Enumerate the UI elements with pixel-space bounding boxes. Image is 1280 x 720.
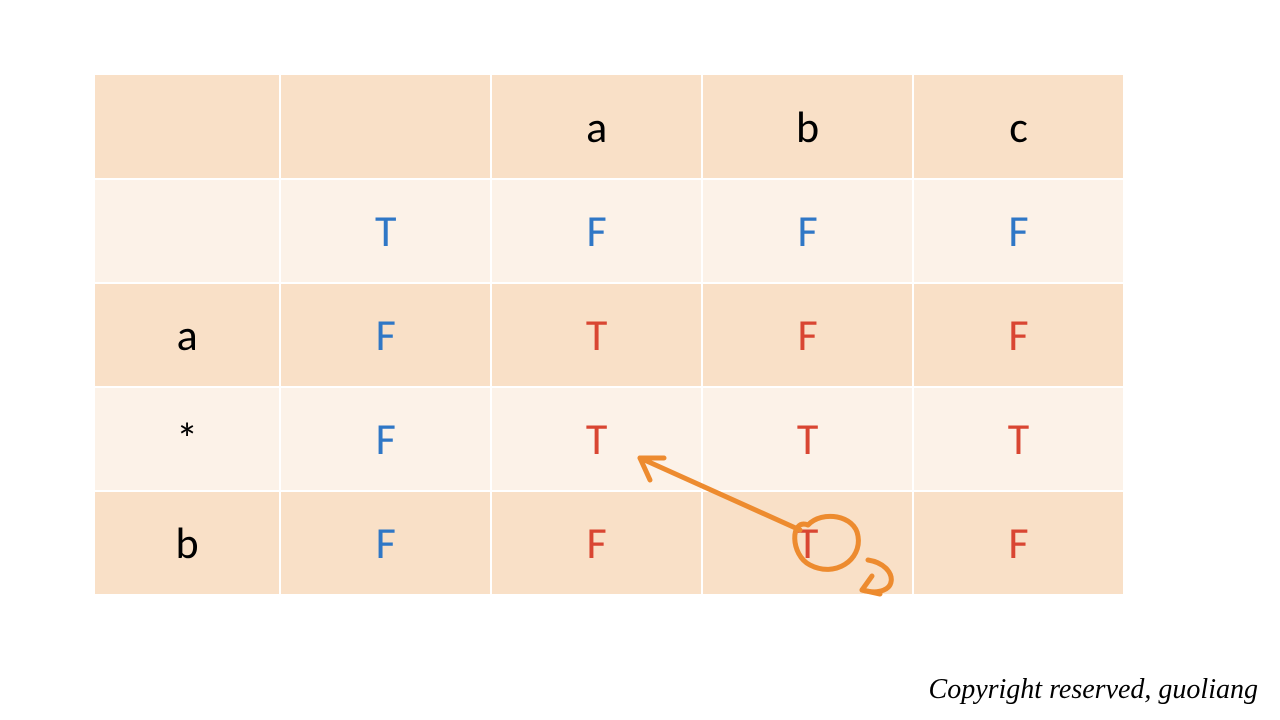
- cell: F: [913, 179, 1124, 283]
- table-row: bFFTF: [95, 491, 1124, 595]
- cell: F: [280, 491, 491, 595]
- cell: [280, 75, 491, 179]
- row-label: b: [95, 491, 280, 595]
- cell: T: [280, 179, 491, 283]
- row-label: a: [95, 283, 280, 387]
- row-label: [95, 179, 280, 283]
- table-row: abc: [95, 75, 1124, 179]
- table-row: TFFF: [95, 179, 1124, 283]
- cell: F: [491, 179, 702, 283]
- row-label: *: [95, 387, 280, 491]
- cell: T: [491, 387, 702, 491]
- cell: F: [702, 283, 913, 387]
- cell: F: [913, 283, 1124, 387]
- cell: b: [702, 75, 913, 179]
- cell: T: [491, 283, 702, 387]
- truth-table: abcTFFFaFTFF*FTTTbFFTF: [95, 75, 1125, 596]
- cell: c: [913, 75, 1124, 179]
- dp-table: abcTFFFaFTFF*FTTTbFFTF: [95, 75, 1125, 596]
- cell: F: [913, 491, 1124, 595]
- cell: F: [702, 179, 913, 283]
- cell: T: [702, 491, 913, 595]
- cell: F: [280, 283, 491, 387]
- copyright-text: Copyright reserved, guoliang: [929, 674, 1258, 706]
- table-row: aFTFF: [95, 283, 1124, 387]
- cell: a: [491, 75, 702, 179]
- cell: F: [491, 491, 702, 595]
- table-row: *FTTT: [95, 387, 1124, 491]
- cell: T: [702, 387, 913, 491]
- cell: F: [280, 387, 491, 491]
- row-label: [95, 75, 280, 179]
- cell: T: [913, 387, 1124, 491]
